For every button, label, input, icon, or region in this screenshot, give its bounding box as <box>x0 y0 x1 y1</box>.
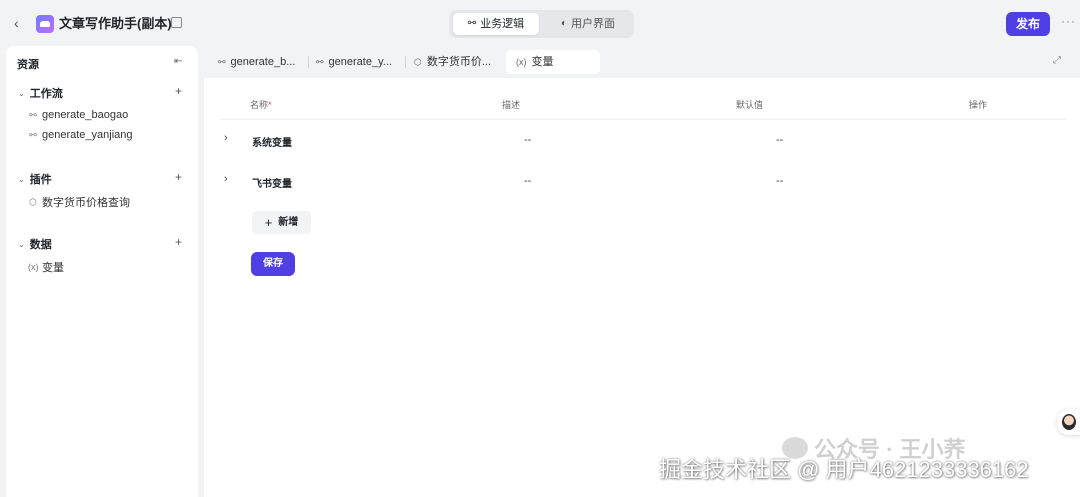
add-variable-button[interactable]: + 新增 <box>252 211 311 234</box>
sidebar-group-plugin[interactable]: ⌄ 插件 <box>18 171 52 187</box>
table-row-description: -- <box>524 175 532 187</box>
expand-icon[interactable]: ⤢ <box>1053 55 1061 66</box>
main-panel: ⚯ generate_b... ⚯ generate_y... ⬡ 数字货币价.… <box>204 46 1080 497</box>
tab-crypto-price[interactable]: ⬡ 数字货币价... <box>404 50 502 74</box>
sidebar-group-label: 插件 <box>29 174 52 186</box>
add-variable-label: 新增 <box>278 217 299 228</box>
add-workflow-button[interactable]: + <box>175 84 182 98</box>
chevron-right-icon[interactable]: › <box>224 173 228 185</box>
sidebar-item-label: generate_baogao <box>42 109 129 121</box>
workflow-icon: ⚯ <box>316 57 324 67</box>
table-row-description: -- <box>524 134 532 146</box>
workflow-icon: ⚯ <box>29 129 37 140</box>
app-title: 文章写作助手(副本) <box>59 16 172 31</box>
workflow-icon: ⚯ <box>218 57 226 67</box>
table-row-default: -- <box>776 134 784 146</box>
floating-avatar[interactable] <box>1057 409 1080 435</box>
palette-icon: ◐ <box>560 18 568 29</box>
chevron-down-icon: ⌄ <box>18 88 25 98</box>
sidebar-group-data[interactable]: ⌄ 数据 <box>18 236 52 252</box>
tab-business-logic-label: 业务逻辑 <box>480 18 525 30</box>
tab-label: 数字货币价... <box>426 56 492 68</box>
publish-button[interactable]: 发布 <box>1006 12 1050 36</box>
plugin-icon: ⬡ <box>29 196 37 207</box>
table-row-name: 系统变量 <box>252 138 292 149</box>
top-bar: ‹ 文章写作助手(副本) ⚯ 业务逻辑 ◐ 用户界面 发布 ··· <box>0 0 1080 46</box>
tab-business-logic[interactable]: ⚯ 业务逻辑 <box>453 13 539 35</box>
add-plugin-button[interactable]: + <box>175 170 182 184</box>
mode-switcher: ⚯ 业务逻辑 ◐ 用户界面 <box>449 10 634 38</box>
add-data-button[interactable]: + <box>175 235 182 249</box>
plugin-icon: ⬡ <box>414 57 422 67</box>
tab-generate-yanjiang[interactable]: ⚯ generate_y... <box>306 50 404 74</box>
tab-user-interface-label: 用户界面 <box>571 18 616 30</box>
plus-icon: + <box>264 215 273 230</box>
save-button[interactable]: 保存 <box>251 252 295 276</box>
editor-tab-bar: ⚯ generate_b... ⚯ generate_y... ⬡ 数字货币价.… <box>204 46 1080 78</box>
table-header-divider <box>220 119 1066 120</box>
app-icon <box>36 15 54 33</box>
sidebar-group-label: 工作流 <box>29 88 63 100</box>
sidebar-item-variable[interactable]: (x) 变量 <box>28 259 64 275</box>
workflow-icon: ⚯ <box>467 18 477 29</box>
sidebar-item-generate-yanjiang[interactable]: ⚯ generate_yanjiang <box>28 129 133 141</box>
sidebar-item-generate-baogao[interactable]: ⚯ generate_baogao <box>28 109 128 121</box>
workflow-icon: ⚯ <box>29 109 37 120</box>
chevron-down-icon: ⌄ <box>18 239 25 249</box>
edit-icon[interactable] <box>171 17 182 28</box>
tab-user-interface[interactable]: ◐ 用户界面 <box>545 13 631 35</box>
sidebar-group-workflow[interactable]: ⌄ 工作流 <box>18 85 63 101</box>
more-icon[interactable]: ··· <box>1061 14 1076 28</box>
column-header-label: 名称 <box>250 100 269 110</box>
sidebar-title: 资源 <box>17 59 39 71</box>
variable-icon: (x) <box>28 262 39 272</box>
chevron-right-icon[interactable]: › <box>224 132 228 144</box>
tab-label: 变量 <box>531 56 554 68</box>
column-header-name: 名称* <box>250 98 272 111</box>
variable-icon: (x) <box>516 57 527 67</box>
column-header-actions: 操作 <box>969 100 988 110</box>
required-mark: * <box>268 100 272 110</box>
sidebar-item-label: 数字货币价格查询 <box>42 197 130 209</box>
chevron-down-icon: ⌄ <box>18 174 25 184</box>
collapse-sidebar-icon[interactable]: ⇤ <box>174 56 182 67</box>
sidebar-item-crypto-price[interactable]: ⬡ 数字货币价格查询 <box>28 194 130 210</box>
sidebar-item-label: 变量 <box>42 262 64 274</box>
tab-variable[interactable]: (x) 变量 <box>506 50 600 74</box>
tab-label: generate_b... <box>230 56 296 68</box>
table-row-name: 飞书变量 <box>252 179 292 190</box>
chevron-left-icon[interactable]: ‹ <box>14 14 28 32</box>
resource-sidebar: 资源 ⇤ ⌄ 工作流 + ⚯ generate_baogao ⚯ generat… <box>6 46 198 497</box>
sidebar-group-label: 数据 <box>29 239 52 251</box>
column-header-default: 默认值 <box>736 100 764 110</box>
sidebar-item-label: generate_yanjiang <box>42 129 133 141</box>
tab-label: generate_y... <box>328 56 392 68</box>
table-row-default: -- <box>776 175 784 187</box>
tab-generate-baogao[interactable]: ⚯ generate_b... <box>208 50 306 74</box>
watermark-juejin: 掘金技术社区 @ 用户4621233336162 <box>659 457 1029 482</box>
column-header-description: 描述 <box>502 100 521 110</box>
